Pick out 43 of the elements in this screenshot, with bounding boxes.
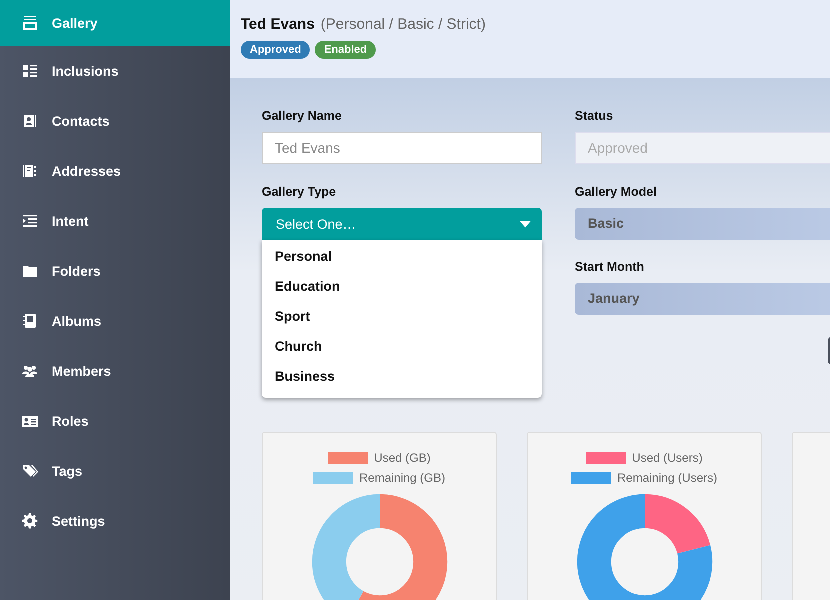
sidebar-item[interactable]: Folders (0, 246, 230, 296)
dropdown-option[interactable]: Business (262, 362, 542, 392)
gallery-icon (22, 15, 38, 31)
legend-label: Used (Users) (632, 451, 703, 465)
list-icon (22, 63, 38, 79)
status-badge: Enabled (315, 41, 376, 59)
indent-icon (22, 213, 38, 229)
field-label: Start Month (575, 260, 646, 274)
sidebar-item[interactable]: Albums (0, 296, 230, 346)
gallery-title: Ted Evans (241, 16, 315, 33)
start-month-select[interactable]: January (575, 283, 830, 315)
sidebar-item[interactable]: Addresses (0, 146, 230, 196)
sidebar-item[interactable]: Inclusions (0, 46, 230, 96)
legend-label: Used (GB) (374, 451, 431, 465)
dropdown-option[interactable]: Church (262, 332, 542, 362)
sidebar-item[interactable]: Tags (0, 446, 230, 496)
people-icon (22, 363, 38, 379)
legend-label: Remaining (Users) (617, 471, 718, 485)
address-book-icon (22, 163, 38, 179)
legend-label: Remaining (GB) (359, 471, 446, 485)
gallery-model-select[interactable]: Basic (575, 208, 830, 240)
field-label: Gallery Model (575, 185, 658, 199)
gallery-subtitle: (Personal / Basic / Strict) (320, 16, 486, 33)
dropdown-option[interactable]: Sport (262, 302, 542, 332)
status-badge: Approved (241, 41, 310, 59)
sidebar-item[interactable]: Roles (0, 396, 230, 446)
dropdown-option[interactable]: Personal (262, 242, 542, 272)
sidebar-item[interactable]: Intent (0, 196, 230, 246)
contact-card-icon (22, 113, 38, 129)
book-icon (22, 313, 38, 329)
sidebar-item[interactable]: Members (0, 346, 230, 396)
caret-icon (520, 220, 531, 228)
tag-icon (22, 463, 38, 479)
settings-icon (22, 513, 38, 529)
sidebar-item[interactable]: Contacts (0, 96, 230, 146)
field-label: Gallery Type (262, 185, 338, 199)
field-label: Gallery Name (262, 109, 343, 123)
dropdown-option[interactable]: Education (262, 272, 542, 302)
id-card-icon (22, 413, 38, 429)
folder-icon (22, 263, 38, 279)
field-label: Status (575, 109, 614, 123)
gallery-name-field[interactable]: Ted Evans (262, 132, 542, 164)
sidebar-item[interactable]: Settings (0, 496, 230, 546)
